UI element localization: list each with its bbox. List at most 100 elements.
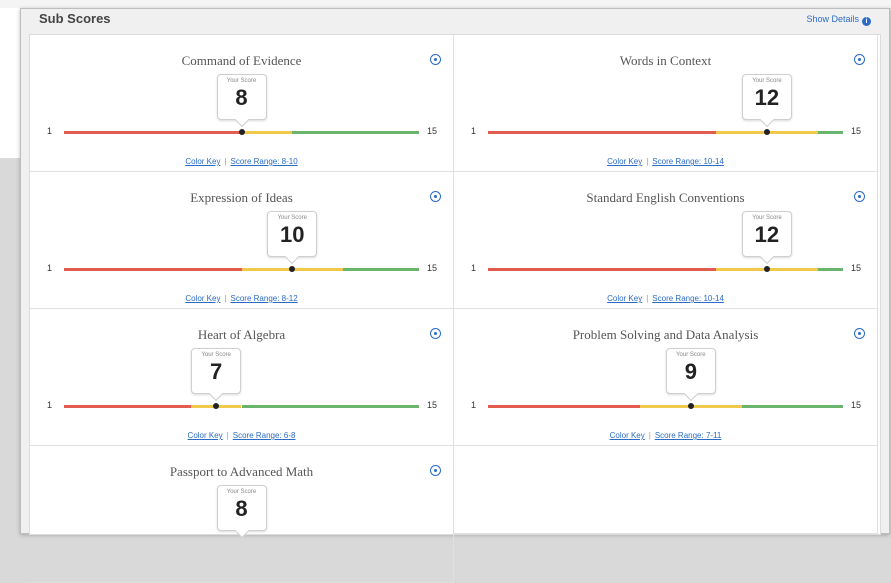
your-score-value: 10 bbox=[279, 222, 305, 247]
subscore-title: Command of Evidence bbox=[181, 53, 302, 68]
scale-max-label: 15 bbox=[426, 263, 437, 273]
show-details-link[interactable]: Show Details i bbox=[806, 14, 871, 26]
score-range-link[interactable]: Score Range: 10-14 bbox=[652, 157, 724, 166]
scale-max-label: 15 bbox=[850, 126, 861, 136]
score-range-link[interactable]: Score Range: 10-14 bbox=[652, 294, 724, 303]
score-bar bbox=[488, 266, 843, 272]
score-bar-green-segment bbox=[342, 268, 419, 271]
score-marker bbox=[763, 266, 770, 272]
score-bar bbox=[488, 403, 843, 409]
score-marker bbox=[213, 403, 220, 409]
scale-min-label: 1 bbox=[47, 263, 53, 273]
score-bar-green-segment bbox=[741, 405, 843, 408]
score-range-link[interactable]: Score Range: 8-12 bbox=[231, 294, 298, 303]
score-marker bbox=[763, 129, 770, 135]
your-score-bubble: Your Score 9 bbox=[665, 348, 716, 394]
score-bar bbox=[64, 403, 419, 409]
your-score-label: Your Score bbox=[226, 78, 257, 84]
scale-max-label: 15 bbox=[850, 400, 861, 410]
score-bar-red-segment bbox=[488, 268, 717, 271]
subscore-card: Command of Evidence Your Score 8 1 15 Color K… bbox=[30, 35, 454, 172]
score-bar bbox=[64, 129, 419, 135]
link-separator: | bbox=[224, 294, 227, 303]
info-icon[interactable] bbox=[430, 54, 441, 65]
link-separator: | bbox=[224, 157, 227, 166]
subscore-links: Color Key | Score Range: 7-11 bbox=[454, 431, 877, 440]
your-score-bubble: Your Score 7 bbox=[191, 348, 242, 394]
your-score-label: Your Score bbox=[676, 352, 706, 358]
score-range-link[interactable]: Score Range: 7-11 bbox=[655, 431, 722, 440]
score-bar-green-segment bbox=[241, 405, 419, 408]
color-key-link[interactable]: Color Key bbox=[610, 431, 645, 440]
score-bar-green-segment bbox=[817, 268, 843, 271]
subscore-card: Standard English Conventions Your Score 12… bbox=[454, 172, 878, 309]
link-separator: | bbox=[646, 294, 649, 303]
your-score-value: 8 bbox=[235, 85, 248, 110]
score-bar bbox=[64, 266, 419, 272]
background-page-strip bbox=[0, 0, 891, 8]
score-bar-red-segment bbox=[64, 131, 242, 134]
scale-min-label: 1 bbox=[47, 400, 53, 410]
color-key-link[interactable]: Color Key bbox=[607, 157, 642, 166]
your-score-value: 8 bbox=[235, 496, 248, 521]
link-separator: | bbox=[648, 431, 651, 440]
info-icon[interactable] bbox=[430, 465, 441, 476]
info-icon: i bbox=[862, 17, 871, 26]
score-marker bbox=[289, 266, 296, 272]
subscore-card: Problem Solving and Data Analysis Your Sc… bbox=[454, 309, 878, 446]
info-icon[interactable] bbox=[430, 191, 441, 202]
your-score-label: Your Score bbox=[752, 78, 782, 84]
link-separator: | bbox=[646, 157, 649, 166]
your-score-value: 12 bbox=[754, 222, 780, 247]
subscore-title: Problem Solving and Data Analysis bbox=[572, 327, 759, 342]
your-score-bubble: Your Score 8 bbox=[216, 74, 267, 120]
subscore-card: Expression of Ideas Your Score 10 1 15 Color … bbox=[30, 172, 454, 309]
subscore-title: Expression of Ideas bbox=[190, 190, 293, 205]
scale-min-label: 1 bbox=[471, 126, 477, 136]
subscore-title: Passport to Advanced Math bbox=[169, 464, 314, 479]
subscore-card: Heart of Algebra Your Score 7 1 15 Color Key |… bbox=[30, 309, 454, 446]
subscores-grid: Command of Evidence Your Score 8 1 15 Color K… bbox=[29, 34, 881, 583]
your-score-bubble: Your Score 8 bbox=[216, 485, 267, 531]
panel-title: Sub Scores bbox=[39, 11, 111, 26]
score-marker bbox=[238, 129, 245, 135]
score-bar-yellow-segment bbox=[241, 131, 293, 134]
subscore-card: Passport to Advanced Math Your Score 8 bbox=[30, 446, 454, 583]
subscore-links: Color Key | Score Range: 8-10 bbox=[30, 157, 453, 166]
your-score-value: 12 bbox=[754, 85, 780, 110]
your-score-label: Your Score bbox=[201, 352, 231, 358]
color-key-link[interactable]: Color Key bbox=[607, 294, 642, 303]
info-icon[interactable] bbox=[854, 328, 865, 339]
subscore-links: Color Key | Score Range: 8-12 bbox=[30, 294, 453, 303]
info-icon[interactable] bbox=[854, 54, 865, 65]
score-range-link[interactable]: Score Range: 8-10 bbox=[231, 157, 298, 166]
score-range-link[interactable]: Score Range: 6-8 bbox=[233, 431, 296, 440]
subscore-links: Color Key | Score Range: 6-8 bbox=[30, 431, 453, 440]
color-key-link[interactable]: Color Key bbox=[188, 431, 223, 440]
scale-min-label: 1 bbox=[471, 263, 477, 273]
score-marker bbox=[687, 403, 694, 409]
score-bar-green-segment bbox=[292, 131, 419, 134]
subscore-card: Words in Context Your Score 12 1 15 Color Key… bbox=[454, 35, 878, 172]
subscore-links: Color Key | Score Range: 10-14 bbox=[454, 294, 877, 303]
color-key-link[interactable]: Color Key bbox=[185, 157, 220, 166]
your-score-label: Your Score bbox=[226, 489, 257, 495]
score-bar-green-segment bbox=[817, 131, 843, 134]
your-score-bubble: Your Score 12 bbox=[741, 74, 792, 120]
score-bar-red-segment bbox=[488, 131, 717, 134]
your-score-label: Your Score bbox=[277, 215, 307, 221]
empty-cell bbox=[454, 446, 878, 534]
info-icon[interactable] bbox=[854, 191, 865, 202]
score-bar-red-segment bbox=[488, 405, 641, 408]
color-key-link[interactable]: Color Key bbox=[185, 294, 220, 303]
your-score-bubble: Your Score 10 bbox=[267, 211, 318, 257]
your-score-value: 9 bbox=[684, 359, 697, 384]
link-separator: | bbox=[226, 431, 229, 440]
subscores-panel: Sub Scores Show Details i Command of Evid… bbox=[20, 8, 890, 583]
subscore-title: Standard English Conventions bbox=[586, 190, 745, 205]
show-details-label: Show Details bbox=[806, 14, 859, 24]
info-icon[interactable] bbox=[430, 328, 441, 339]
score-bar-red-segment bbox=[64, 268, 242, 271]
subscore-title: Words in Context bbox=[619, 53, 712, 68]
your-score-value: 7 bbox=[210, 359, 223, 384]
